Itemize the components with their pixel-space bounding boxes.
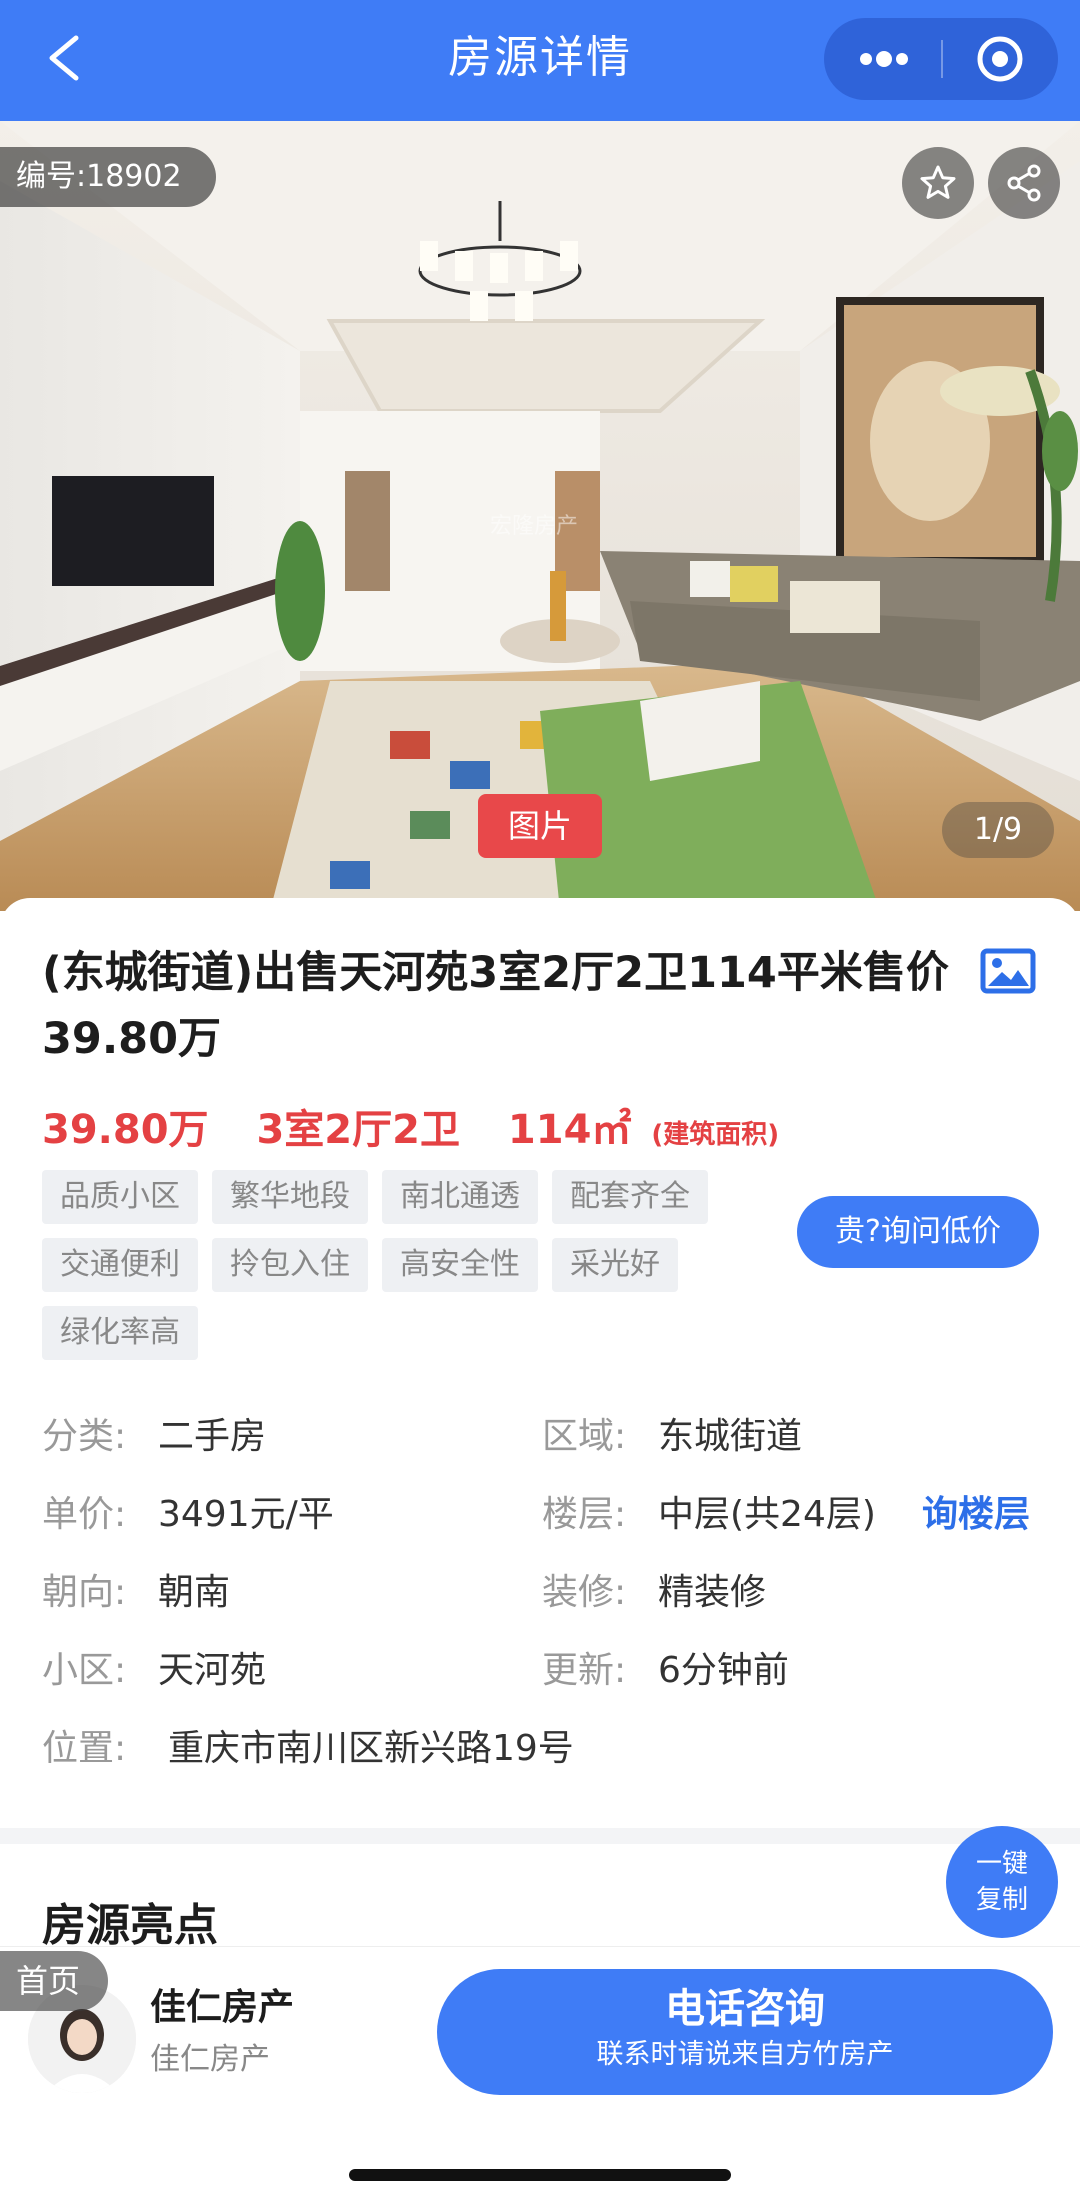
floor-label: 楼层:: [542, 1494, 627, 1535]
area-note: (建筑面积): [651, 1120, 780, 1150]
feature-tags: 品质小区 繁华地段 南北通透 配套齐全 交通便利 拎包入住 高安全性 采光好 绿…: [42, 1170, 782, 1360]
ask-lower-price-button[interactable]: 贵?询问低价: [797, 1196, 1039, 1268]
feature-tag: 采光好: [552, 1238, 678, 1292]
more-dots-icon: [860, 51, 908, 67]
detail-row: 小区: 天河苑 更新: 6分钟前: [42, 1632, 1042, 1710]
more-menu-button[interactable]: [824, 18, 941, 100]
favorite-button[interactable]: [902, 147, 974, 219]
feature-tag: 拎包入住: [212, 1238, 368, 1292]
location-label: 位置:: [42, 1728, 127, 1769]
community-label: 小区:: [42, 1650, 127, 1691]
agent-name: 佳仁房产: [150, 1987, 295, 2028]
property-details: 分类: 二手房 区域: 东城街道 单价: 3491元/平 楼层: 中层(共24层…: [42, 1398, 1042, 1788]
detail-row: 分类: 二手房 区域: 东城街道: [42, 1398, 1042, 1476]
mini-program-capsule: [824, 18, 1058, 100]
detail-row: 朝向: 朝南 装修: 精装修: [42, 1554, 1042, 1632]
unit-price-value: 3491元/平: [158, 1494, 334, 1535]
category-label: 分类:: [42, 1416, 127, 1457]
decoration-label: 装修:: [542, 1572, 627, 1613]
photo-counter: 1/9: [942, 802, 1054, 858]
listing-info-card: (东城街道)出售天河苑3室2厅2卫114平米售价39.80万 39.80万 3室…: [0, 898, 1080, 1818]
feature-tag: 交通便利: [42, 1238, 198, 1292]
agent-company: 佳仁房产: [150, 2042, 270, 2077]
nav-header: 房源详情: [0, 0, 1080, 121]
decoration-value: 精装修: [658, 1572, 767, 1613]
key-stats: 39.80万 3室2厅2卫 114㎡ (建筑面积): [42, 1100, 813, 1165]
feature-tag: 高安全性: [382, 1238, 538, 1292]
star-icon: [920, 165, 956, 199]
detail-row: 位置: 重庆市南川区新兴路19号: [42, 1710, 1042, 1788]
district-label: 区域:: [542, 1416, 627, 1457]
layout-value: 3室2厅2卫: [256, 1107, 460, 1153]
target-circle-icon: [977, 36, 1023, 82]
district-value: 东城街道: [658, 1416, 803, 1457]
image-gallery-icon[interactable]: [980, 948, 1036, 994]
updated-value: 6分钟前: [658, 1650, 789, 1691]
share-icon: [1007, 164, 1041, 202]
copy-label-line2: 复制: [975, 1885, 1028, 1915]
call-note: 联系时请说来自方竹房产: [596, 2039, 894, 2070]
close-mini-program-button[interactable]: [943, 18, 1058, 100]
section-divider: [0, 1828, 1080, 1844]
orientation-value: 朝南: [158, 1572, 231, 1613]
bottom-action-bar: 首页 佳仁房产 佳仁房产 电话咨询 联系时请说来自方竹房产: [0, 1946, 1080, 2205]
floor-value: 中层(共24层): [658, 1494, 876, 1535]
home-indicator: [349, 2169, 731, 2181]
listing-title: (东城街道)出售天河苑3室2厅2卫114平米售价39.80万: [42, 948, 949, 1064]
area-value: 114㎡: [507, 1107, 632, 1153]
feature-tag: 配套齐全: [552, 1170, 708, 1224]
feature-tag: 品质小区: [42, 1170, 198, 1224]
one-click-copy-button[interactable]: 一键 复制: [946, 1826, 1058, 1938]
price-value: 39.80万: [42, 1107, 209, 1153]
home-button[interactable]: 首页: [0, 1951, 109, 2011]
unit-price-label: 单价:: [42, 1494, 127, 1535]
living-room-photo: 宏隆房产: [0, 121, 1080, 911]
category-value: 二手房: [158, 1416, 267, 1457]
orientation-label: 朝向:: [42, 1572, 127, 1613]
community-value: 天河苑: [158, 1650, 267, 1691]
ask-floor-link[interactable]: 询楼层: [922, 1476, 1030, 1554]
listing-photo-carousel[interactable]: 宏隆房产 编号:18902 图片 1/9: [0, 121, 1080, 911]
call-label: 电话咨询: [665, 1986, 825, 2032]
feature-tag: 绿化率高: [42, 1306, 198, 1360]
location-value: 重庆市南川区新兴路19号: [168, 1728, 574, 1769]
photo-watermark: 宏隆房产: [490, 514, 578, 539]
listing-id-badge: 编号:18902: [0, 147, 216, 207]
feature-tag: 繁华地段: [212, 1170, 368, 1224]
share-button[interactable]: [988, 147, 1060, 219]
photo-category-tag[interactable]: 图片: [478, 794, 602, 858]
feature-tag: 南北通透: [382, 1170, 538, 1224]
updated-label: 更新:: [542, 1650, 627, 1691]
detail-row: 单价: 3491元/平 楼层: 中层(共24层) 询楼层: [42, 1476, 1042, 1554]
copy-label-line1: 一键: [975, 1849, 1028, 1879]
phone-consult-button[interactable]: 电话咨询 联系时请说来自方竹房产: [437, 1969, 1053, 2095]
